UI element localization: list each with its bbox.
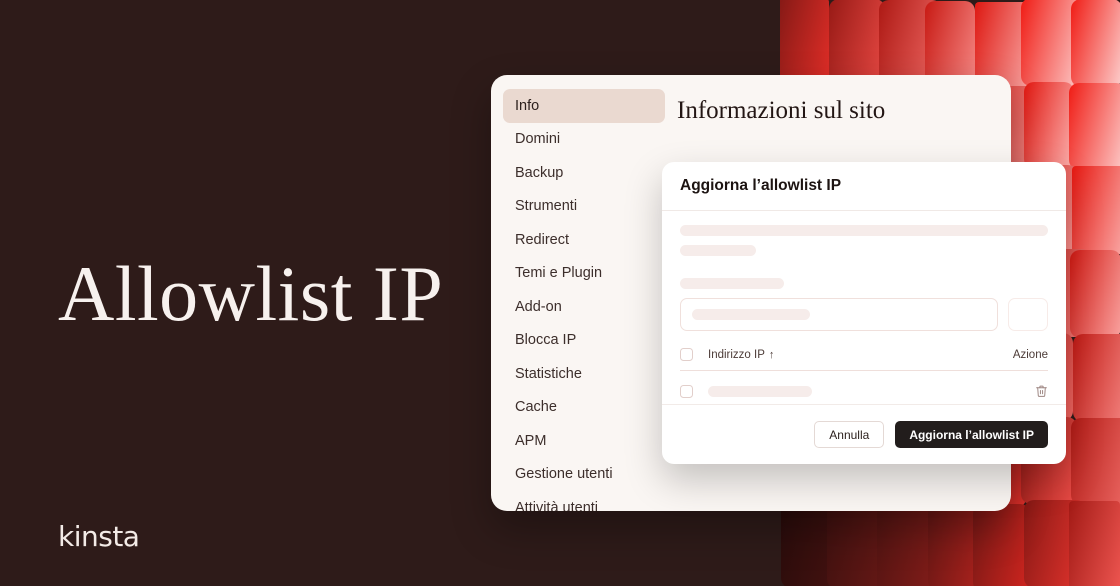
sidebar-item-label: Info (515, 97, 540, 114)
select-all-checkbox[interactable] (680, 348, 693, 361)
sidebar-item-backup[interactable]: Backup (503, 156, 665, 190)
kinsta-logo: kinsta (58, 520, 140, 553)
sidebar-item-domini[interactable]: Domini (503, 123, 665, 157)
column-header-ip-address[interactable]: Indirizzo IP ↑ (708, 349, 774, 361)
page-title: Allowlist IP (58, 250, 444, 337)
sidebar-item-temi-e-plugin[interactable]: Temi e Plugin (503, 257, 665, 291)
trash-icon[interactable] (1035, 384, 1048, 398)
sidebar-item-label: Gestione utenti (515, 466, 613, 483)
sort-ascending-icon: ↑ (768, 348, 775, 361)
update-allowlist-button[interactable]: Aggiorna l’allowlist IP (895, 421, 1048, 448)
column-header-action: Azione (1012, 348, 1048, 361)
sidebar-item-label: Blocca IP (515, 332, 577, 349)
sidebar-item-label: Strumenti (515, 198, 578, 215)
add-ip-button[interactable] (1008, 298, 1048, 331)
modal-body: Indirizzo IP ↑ Azione (662, 211, 1066, 398)
sidebar-item-label: Temi e Plugin (515, 265, 603, 282)
content-heading: Informazioni sul sito (677, 97, 886, 124)
modal-header: Aggiorna l’allowlist IP (662, 162, 1066, 211)
sidebar-item-label: Attività utenti (515, 499, 599, 511)
sidebar-item-label: Add-on (515, 298, 562, 315)
column-header-ip-address-label: Indirizzo IP (708, 348, 765, 361)
sidebar-item-gestione-utenti[interactable]: Gestione utenti (503, 458, 665, 492)
skeleton-bar-input-value (692, 309, 810, 320)
sidebar-item-label: APM (515, 432, 547, 449)
table-row (680, 371, 1048, 398)
sidebar-item-label: Cache (515, 399, 557, 416)
sidebar-item-add-on[interactable]: Add-on (503, 290, 665, 324)
ip-table-header: Indirizzo IP ↑ Azione (680, 348, 1048, 371)
sidebar-item-info[interactable]: Info (503, 89, 665, 123)
ip-address-input[interactable] (680, 298, 998, 331)
sidebar-item-label: Statistiche (515, 365, 582, 382)
screenshot-root: Allowlist IP kinsta Info Domini Backup Stru… (0, 0, 1120, 586)
sidebar-item-statistiche[interactable]: Statistiche (503, 357, 665, 391)
skeleton-bar-field-label (680, 278, 784, 289)
kinsta-logo-text: kinsta (58, 520, 140, 553)
skeleton-bar-description-line2 (680, 245, 756, 256)
sidebar-item-label: Backup (515, 164, 564, 181)
cancel-button[interactable]: Annulla (814, 421, 885, 448)
skeleton-bar-description-line1 (680, 225, 1048, 236)
sidebar-item-strumenti[interactable]: Strumenti (503, 190, 665, 224)
sidebar-item-attivit-utenti[interactable]: Attività utenti (503, 491, 665, 511)
sidebar-item-apm[interactable]: APM (503, 424, 665, 458)
sidebar-nav: Info Domini Backup Strumenti Redirect Temi e … (491, 75, 677, 511)
row-select-checkbox[interactable] (680, 384, 693, 398)
sidebar-item-blocca-ip[interactable]: Blocca IP (503, 324, 665, 358)
sidebar-item-redirect[interactable]: Redirect (503, 223, 665, 257)
sidebar-item-label: Redirect (515, 231, 569, 248)
modal-title: Aggiorna l’allowlist IP (680, 177, 842, 194)
sidebar-item-label: Domini (515, 131, 561, 148)
skeleton-bar-row-ip (708, 385, 812, 397)
sidebar-item-cache[interactable]: Cache (503, 391, 665, 425)
update-ip-allowlist-modal: Aggiorna l’allowlist IP Indirizzo IP ↑ A… (662, 162, 1066, 464)
modal-footer: Annulla Aggiorna l’allowlist IP (662, 404, 1066, 464)
ip-input-row (680, 298, 1048, 331)
